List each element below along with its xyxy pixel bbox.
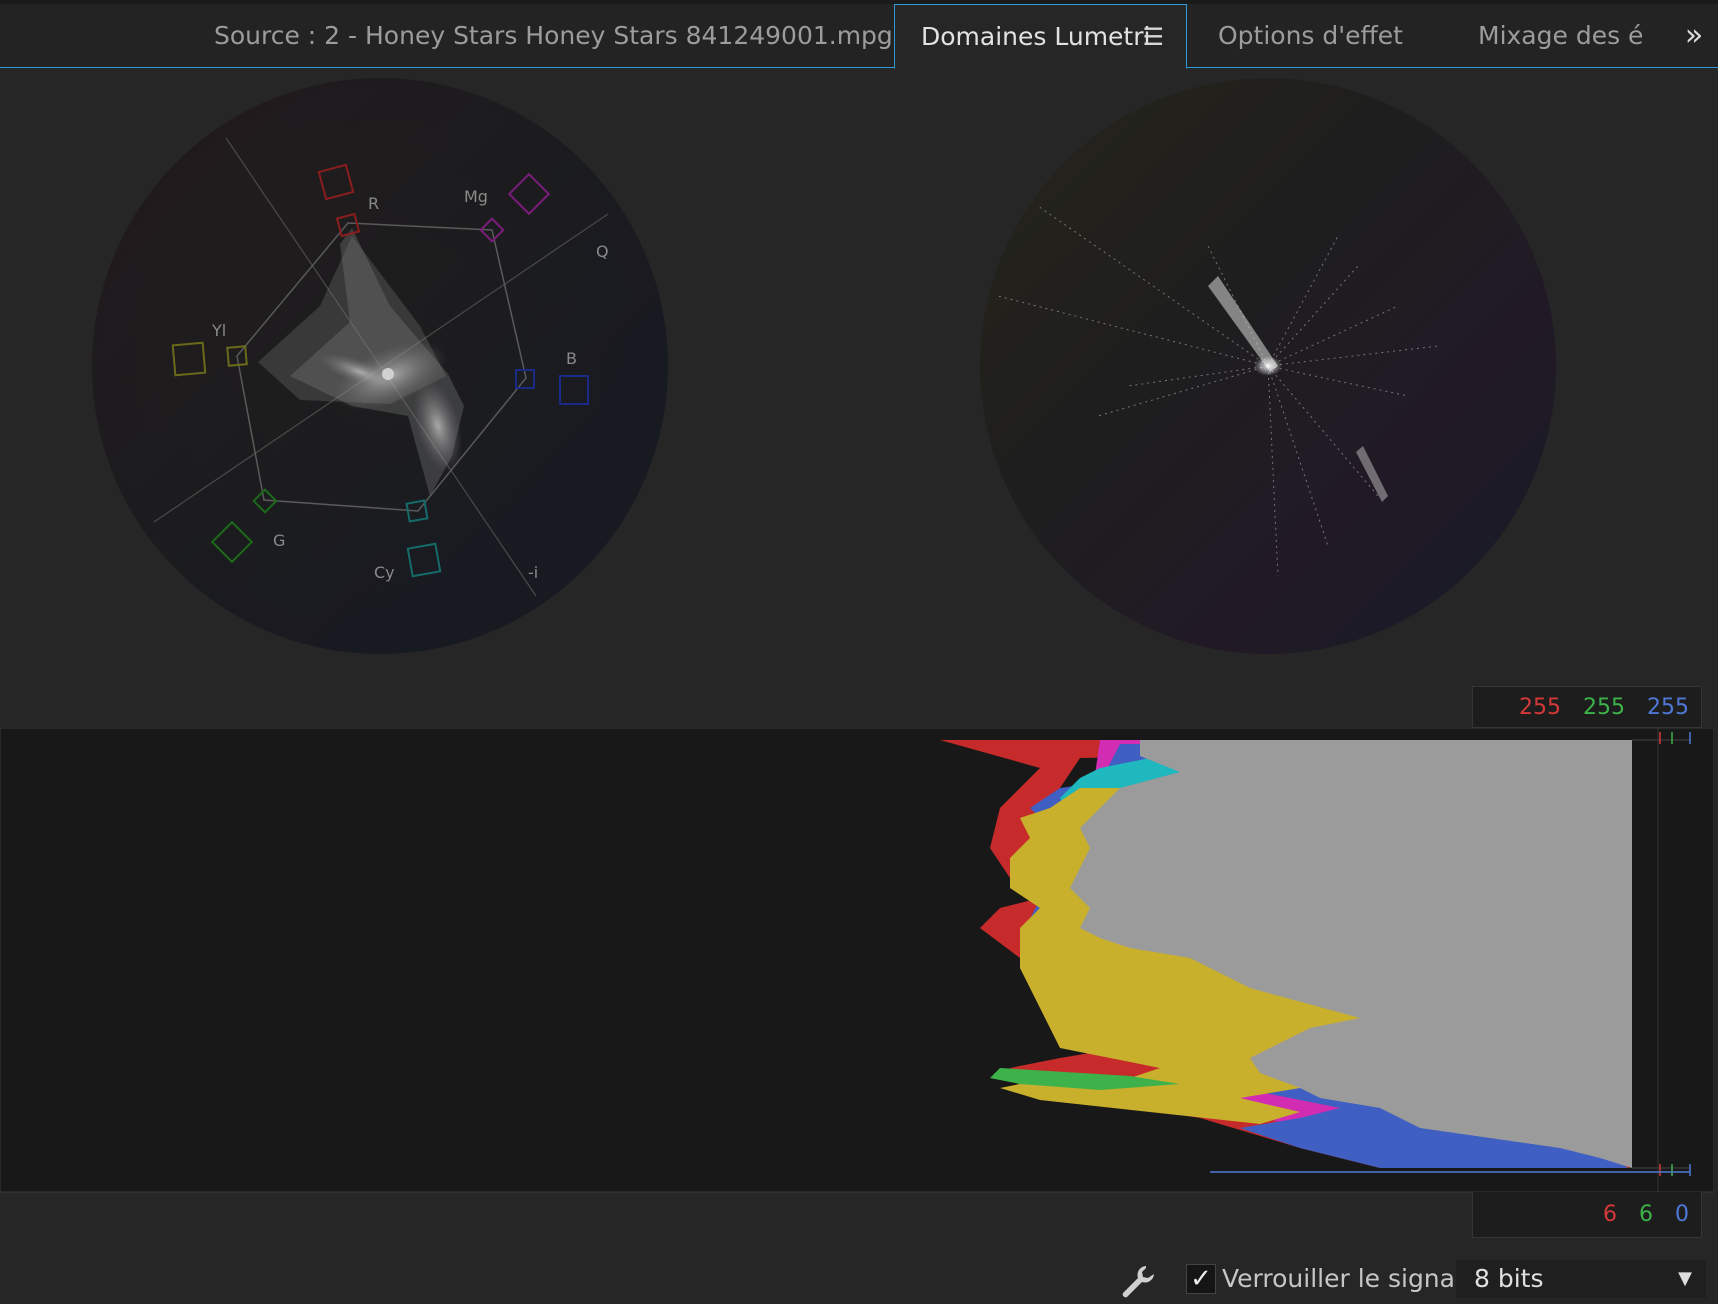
- lumetri-scopes-panel: R Mg B Cy G Yl Q -i 255 255 255 6 6 0: [0, 68, 1714, 1304]
- panel-tab-bar: Source : 2 - Honey Stars Honey Stars 841…: [0, 4, 1718, 69]
- lock-signal-checkbox[interactable]: ✓: [1186, 1264, 1216, 1294]
- tab-domaines-lumetri-label: Domaines Lumetri: [921, 22, 1151, 51]
- readout-top-blue: 255: [1647, 694, 1689, 720]
- label-mg: Mg: [464, 187, 488, 206]
- lock-signal-label: Verrouiller le signal: [1222, 1264, 1462, 1293]
- triangle-down-icon: ▼: [1678, 1268, 1692, 1289]
- label-minus-i: -i: [528, 563, 538, 582]
- label-r: R: [368, 194, 379, 213]
- double-chevron-right-icon[interactable]: »: [1674, 8, 1714, 64]
- scopes-toolbar: ✓ Verrouiller le signal 8 bits ▼: [0, 1256, 1718, 1304]
- vectorscope-yuv: R Mg B Cy G Yl Q -i: [92, 78, 668, 654]
- tab-mixage[interactable]: Mixage des é: [1478, 4, 1643, 68]
- readout-bottom-blue: 0: [1675, 1202, 1689, 1227]
- histogram: [0, 728, 1714, 1258]
- label-cy: Cy: [374, 563, 395, 582]
- waveform-bottom-readout: 6 6 0: [1472, 1192, 1702, 1238]
- label-b: B: [566, 349, 577, 368]
- tab-options-effet[interactable]: Options d'effet: [1218, 4, 1403, 68]
- label-yl: Yl: [211, 321, 226, 340]
- label-q: Q: [596, 242, 609, 261]
- tab-source[interactable]: Source : 2 - Honey Stars Honey Stars 841…: [214, 4, 893, 68]
- vectorscope-hls: [980, 78, 1556, 654]
- tab-domaines-lumetri[interactable]: Domaines Lumetri ☰: [894, 4, 1187, 69]
- readout-bottom-green: 6: [1639, 1202, 1653, 1227]
- waveform-top-readout: 255 255 255: [1472, 686, 1702, 728]
- label-g: G: [273, 531, 285, 550]
- wrench-icon[interactable]: [1118, 1262, 1158, 1302]
- readout-top-green: 255: [1583, 694, 1625, 720]
- readout-top-red: 255: [1519, 694, 1561, 720]
- bit-depth-select[interactable]: 8 bits ▼: [1456, 1260, 1706, 1298]
- hamburger-icon[interactable]: ☰: [1142, 5, 1164, 69]
- readout-bottom-red: 6: [1603, 1202, 1617, 1227]
- bit-depth-value: 8 bits: [1474, 1264, 1544, 1293]
